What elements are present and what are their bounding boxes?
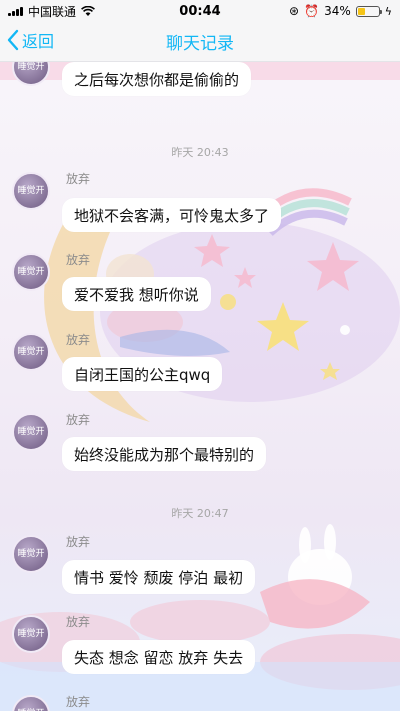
sender-name: 放弃	[66, 695, 91, 709]
message-bubble[interactable]: 情书 爱怜 颓废 停泊 最初	[62, 560, 256, 594]
back-button[interactable]: 返回	[6, 28, 54, 52]
sender-name: 放弃	[66, 253, 91, 267]
avatar[interactable]: 睡觉开	[12, 695, 50, 711]
avatar[interactable]: 睡觉开	[12, 535, 50, 573]
avatar[interactable]: 睡觉开	[12, 333, 50, 371]
avatar[interactable]: 睡觉开	[12, 172, 50, 210]
chat-history[interactable]: 睡觉开 之后每次想你都是偷偷的 昨天 20:43 睡觉开 放弃 地狱不会客满，可…	[0, 62, 400, 711]
sender-name: 放弃	[66, 172, 91, 186]
sender-name: 放弃	[66, 535, 91, 549]
message-bubble[interactable]: 地狱不会客满，可怜鬼太多了	[62, 198, 282, 232]
battery-icon	[355, 5, 382, 17]
sender-name: 放弃	[66, 615, 91, 629]
message-bubble[interactable]: 自闭王国的公主qwq	[62, 357, 223, 391]
alarm-icon: ⏰	[304, 4, 320, 18]
message-bubble[interactable]: 始终没能成为那个最特别的	[62, 437, 267, 471]
sender-name: 放弃	[66, 413, 91, 427]
signal-icon	[8, 6, 23, 16]
back-label: 返回	[22, 32, 55, 51]
message-bubble[interactable]: 爱不爱我 想听你说	[62, 277, 211, 311]
wifi-icon	[81, 5, 95, 16]
timestamp: 昨天 20:43	[171, 146, 229, 159]
status-bar: 中国联通 00:44 ⊛ ⏰ 34% ϟ	[0, 0, 400, 22]
sender-name: 放弃	[66, 333, 91, 347]
timestamp: 昨天 20:47	[171, 507, 229, 520]
avatar[interactable]: 睡觉开	[12, 253, 50, 291]
carrier-label: 中国联通	[28, 4, 77, 19]
avatar[interactable]: 睡觉开	[12, 615, 50, 653]
message-bubble[interactable]: 之后每次想你都是偷偷的	[62, 62, 252, 96]
nav-bar: 返回 聊天记录	[0, 22, 400, 62]
rotation-lock-icon: ⊛	[289, 4, 300, 18]
charging-icon: ϟ	[384, 4, 392, 18]
page-title: 聊天记录	[166, 34, 234, 54]
battery-percent: 34%	[324, 4, 351, 18]
message-bubble[interactable]: 失态 想念 留恋 放弃 失去	[62, 640, 256, 674]
avatar[interactable]: 睡觉开	[12, 62, 50, 86]
avatar[interactable]: 睡觉开	[12, 413, 50, 451]
chevron-left-icon	[7, 29, 19, 51]
